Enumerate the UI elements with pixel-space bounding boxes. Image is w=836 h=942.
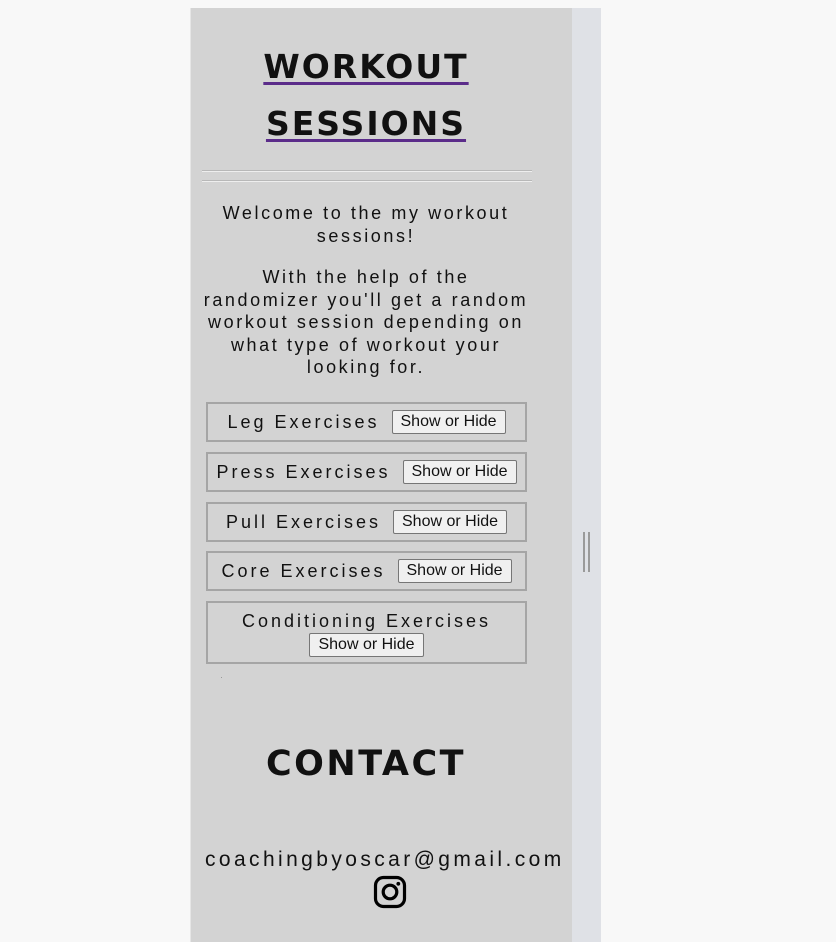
core-exercises-toggle-button[interactable]: Show or Hide [397,559,512,583]
pull-exercises-section: Pull Exercises Show or Hide [206,502,527,542]
title-line-2: SESSIONS [265,104,467,143]
divider-top [202,170,532,172]
conditioning-exercises-label: Conditioning Exercises [241,611,492,631]
conditioning-exercises-toggle-button[interactable]: Show or Hide [309,633,424,657]
instagram-icon [373,875,407,909]
viewport-frame: WORKOUT SESSIONS Welcome to the my worko… [190,8,601,942]
pull-exercises-label: Pull Exercises [225,511,381,532]
instagram-link[interactable] [373,875,407,909]
leg-exercises-label: Leg Exercises [227,411,380,432]
page-body: WORKOUT SESSIONS Welcome to the my worko… [190,8,572,942]
core-exercises-section: Core Exercises Show or Hide [206,551,527,591]
leg-exercises-section: Leg Exercises Show or Hide [206,402,527,442]
press-exercises-section: Press Exercises Show or Hide [206,452,527,492]
core-exercises-label: Core Exercises [221,560,386,581]
conditioning-exercises-section: Conditioning Exercises Show or Hide [206,601,527,664]
pull-exercises-toggle-button[interactable]: Show or Hide [393,510,508,534]
press-exercises-toggle-button[interactable]: Show or Hide [402,460,517,484]
stray-dot [221,677,222,678]
divider-bottom [202,180,532,182]
contact-email: coachingbyoscar@gmail.com [205,848,565,871]
contact-heading: CONTACT [265,744,467,784]
press-exercises-label: Press Exercises [216,461,391,482]
description-text: With the help of the randomizer you'll g… [203,267,529,377]
page-title: WORKOUT SESSIONS [191,38,541,152]
welcome-text: Welcome to the my workout sessions! [222,203,510,246]
leg-exercises-toggle-button[interactable]: Show or Hide [391,410,506,434]
resize-drag-handle[interactable] [582,532,591,572]
title-line-1: WORKOUT [263,47,469,86]
